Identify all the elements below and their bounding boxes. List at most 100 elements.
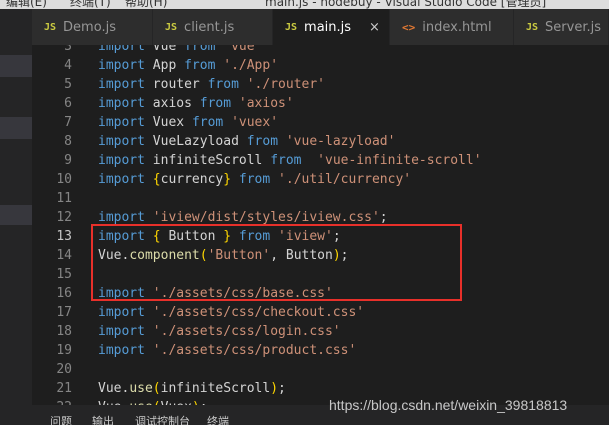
code-token: import	[98, 115, 153, 130]
code-token: infiniteScroll	[160, 381, 271, 396]
line-number: 6	[64, 96, 72, 111]
line-number: 5	[64, 77, 72, 92]
tab-label: client.js	[184, 19, 235, 35]
menu-terminal[interactable]: 终端(T)	[70, 0, 111, 9]
line-number: 8	[64, 134, 72, 149]
code-token: 'iview/dist/styles/iview.css'	[152, 210, 380, 225]
panel-tab-output[interactable]: 输出	[92, 413, 114, 425]
code-line[interactable]: import VueLazyload from 'vue-lazyload'	[98, 132, 395, 151]
code-token: {	[152, 172, 161, 187]
tab-main-js[interactable]: JS main.js ×	[273, 9, 390, 45]
code-token: Vue	[152, 45, 185, 54]
code-token: VueLazyload	[152, 134, 247, 149]
code-token: axios	[152, 96, 200, 111]
explorer-sidebar	[0, 9, 32, 425]
code-line[interactable]: import './assets/css/product.css'	[98, 341, 356, 360]
code-line[interactable]: import {currency} from './util/currency'	[98, 170, 411, 189]
code-token: )	[270, 381, 279, 396]
code-line[interactable]: import './assets/css/login.css'	[98, 322, 341, 341]
code-line[interactable]: import App from './App'	[98, 56, 278, 75]
line-number: 10	[56, 172, 72, 187]
panel-tab-debug-console[interactable]: 调试控制台	[135, 413, 190, 425]
line-number: 7	[64, 115, 72, 130]
code-line[interactable]: import axios from 'axios'	[98, 94, 294, 113]
code-token: 'vue-lazyload'	[285, 134, 396, 149]
code-token: import	[98, 77, 153, 92]
code-line[interactable]: import Vue from 'vue'	[98, 45, 262, 56]
code-token: ;	[379, 210, 388, 225]
code-token: import	[98, 96, 153, 111]
code-token: currency	[160, 172, 224, 187]
panel-tab-problems[interactable]: 问题	[50, 413, 72, 425]
code-token: from	[207, 77, 247, 92]
code-line[interactable]: import infiniteScroll from 'vue-infinite…	[98, 151, 482, 170]
code-line[interactable]: Vue.use(infiniteScroll);	[98, 379, 286, 398]
code-editor[interactable]: 3 4 5 6 7 8 9 10 11 12 13 14 15 16 17 18 19 20 21 22 import…	[32, 45, 609, 405]
code-token: infiniteScroll	[152, 153, 271, 168]
code-token: './App'	[223, 58, 279, 73]
code-line[interactable]: Vue.use(Vuex);	[98, 398, 208, 405]
line-number: 18	[56, 324, 72, 339]
tab-demo-js[interactable]: JS Demo.js	[32, 9, 153, 45]
code-token: Vue	[98, 381, 122, 396]
code-token: './assets/css/checkout.css'	[152, 305, 365, 320]
panel-tab-terminal[interactable]: 终端	[207, 413, 229, 425]
highlight-box	[91, 224, 462, 301]
code-line[interactable]: import router from './router'	[98, 75, 325, 94]
line-number: 16	[56, 286, 72, 301]
code-token: from	[270, 153, 310, 168]
line-number: 9	[64, 153, 72, 168]
tab-label: index.html	[422, 19, 492, 35]
title-bar: 编辑(E) 终端(T) 帮助(H) main.js - nodebuy - Vi…	[0, 0, 609, 9]
line-number: 22	[56, 398, 72, 405]
line-number: 4	[64, 58, 72, 73]
close-icon[interactable]: ×	[369, 20, 380, 35]
code-token: from	[184, 45, 224, 54]
code-token: import	[98, 134, 153, 149]
tab-label: Demo.js	[63, 19, 116, 35]
explorer-item[interactable]	[0, 205, 32, 225]
code-token: Vuex	[152, 115, 192, 130]
code-token: './assets/css/login.css'	[152, 324, 341, 339]
code-token: from	[238, 172, 279, 187]
code-token: 'vue-infinite-scroll'	[317, 153, 482, 168]
explorer-item[interactable]	[0, 55, 32, 77]
menu-edit[interactable]: 编辑(E)	[6, 0, 47, 9]
js-file-icon: JS	[285, 21, 298, 33]
code-token: import	[98, 58, 153, 73]
line-number: 17	[56, 305, 72, 320]
editor-tab-bar: JS Demo.js JS client.js JS main.js × <> …	[32, 9, 609, 45]
explorer-item[interactable]	[0, 117, 32, 139]
line-number: 3	[64, 45, 72, 54]
js-file-icon: JS	[165, 21, 178, 33]
code-token: 'axios'	[238, 96, 294, 111]
code-token: from	[246, 134, 286, 149]
js-file-icon: JS	[44, 21, 57, 33]
line-number: 12	[56, 210, 72, 225]
code-token: from	[184, 58, 224, 73]
js-file-icon: JS	[526, 21, 539, 33]
code-token: import	[98, 172, 153, 187]
code-token: from	[199, 96, 239, 111]
html-file-icon: <>	[402, 20, 416, 34]
code-token: import	[98, 45, 153, 54]
code-token: import	[98, 343, 153, 358]
line-number: 19	[56, 343, 72, 358]
code-token: './util/currency'	[278, 172, 412, 187]
tab-server-js[interactable]: JS Server.js	[514, 9, 609, 45]
code-token: './assets/css/product.css'	[152, 343, 357, 358]
tab-client-js[interactable]: JS client.js	[153, 9, 273, 45]
code-line[interactable]: import Vuex from 'vuex'	[98, 113, 278, 132]
code-token: 'vuex'	[231, 115, 279, 130]
line-number: 20	[56, 362, 72, 377]
tab-label: main.js	[304, 19, 352, 35]
code-token: use	[129, 381, 153, 396]
code-token: from	[191, 115, 232, 130]
tab-label: Server.js	[545, 19, 602, 35]
code-token: App	[152, 58, 185, 73]
line-number: 14	[56, 248, 72, 263]
tab-index-html[interactable]: <> index.html	[390, 9, 514, 45]
menu-help[interactable]: 帮助(H)	[125, 0, 167, 9]
code-line[interactable]: import './assets/css/checkout.css'	[98, 303, 364, 322]
